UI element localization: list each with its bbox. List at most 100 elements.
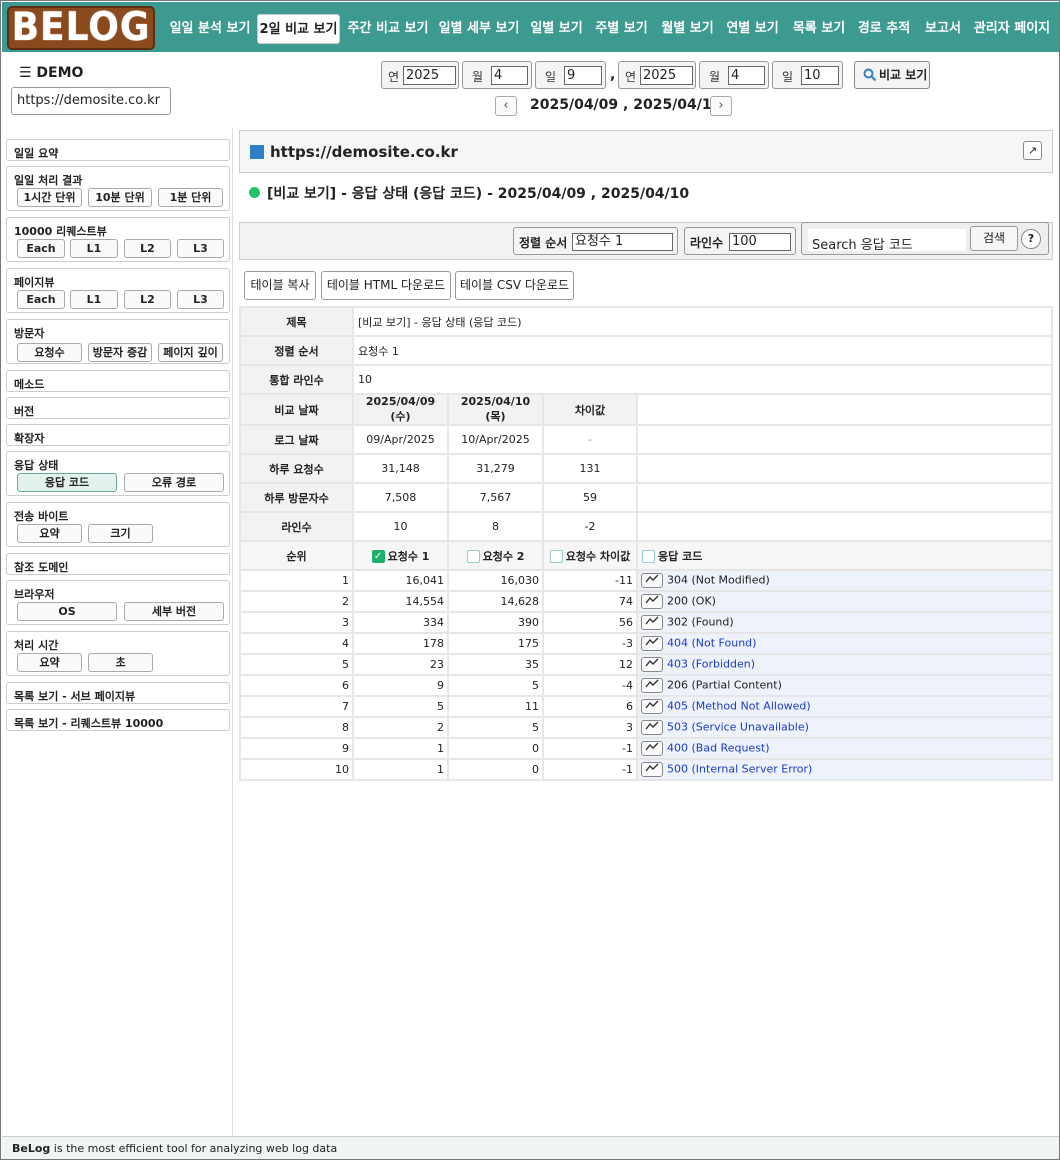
- from-year-input[interactable]: 2025: [403, 66, 456, 85]
- sidebar-method[interactable]: 메소드: [6, 370, 230, 392]
- nav-weekly[interactable]: 주별 보기: [593, 14, 650, 44]
- chart-icon[interactable]: [641, 573, 663, 588]
- sort-order-input[interactable]: 요청수 1: [572, 233, 673, 251]
- btn-rv-l3[interactable]: L3: [177, 239, 224, 258]
- btn-visitor-change[interactable]: 방문자 증감: [88, 343, 152, 362]
- table-row: 7 5 11 6 405 (Method Not Allowed): [239, 695, 1053, 718]
- code-link[interactable]: 405 (Method Not Allowed): [667, 700, 811, 713]
- code-link[interactable]: 500 (Internal Server Error): [667, 763, 812, 776]
- btn-rv-each[interactable]: Each: [17, 239, 65, 258]
- btn-error-path[interactable]: 오류 경로: [124, 473, 224, 492]
- from-day-input[interactable]: 9: [564, 66, 602, 85]
- nav-yearly[interactable]: 연별 보기: [724, 14, 781, 44]
- nav-monthly[interactable]: 월별 보기: [659, 14, 716, 44]
- help-button[interactable]: ?: [1021, 229, 1041, 249]
- nav-admin[interactable]: 관리자 페이지: [972, 14, 1052, 44]
- chart-icon[interactable]: [641, 615, 663, 630]
- sidebar-referrer[interactable]: 참조 도메인: [6, 553, 230, 575]
- chart-icon[interactable]: [641, 678, 663, 693]
- empty-cell: [636, 511, 1053, 542]
- empty-cell: [636, 453, 1053, 484]
- btn-os[interactable]: OS: [17, 602, 117, 621]
- checkbox-icon[interactable]: [466, 550, 480, 563]
- lines-input[interactable]: 100: [729, 233, 791, 251]
- sidebar-list-subpageview[interactable]: 목록 보기 - 서브 페이지뷰: [6, 682, 230, 704]
- btn-1min[interactable]: 1분 단위: [158, 188, 223, 207]
- compare-cell: 31,279: [447, 453, 544, 484]
- btn-pv-l2[interactable]: L2: [124, 290, 171, 309]
- code-link[interactable]: 503 (Service Unavailable): [667, 721, 809, 734]
- nav-two-day-compare[interactable]: 2일 비교 보기: [257, 14, 340, 44]
- code-link[interactable]: 403 (Forbidden): [667, 658, 755, 671]
- site-select[interactable]: https://demosite.co.kr: [11, 87, 171, 115]
- compare-button[interactable]: 비교 보기: [854, 61, 930, 89]
- chart-icon[interactable]: [641, 636, 663, 651]
- btn-requests[interactable]: 요청수: [17, 343, 82, 362]
- nav-report[interactable]: 보고서: [920, 14, 966, 44]
- btn-bytes-summary[interactable]: 요약: [17, 524, 82, 543]
- btn-rv-l1[interactable]: L1: [70, 239, 118, 258]
- btn-rv-l2[interactable]: L2: [124, 239, 171, 258]
- code-link[interactable]: 400 (Bad Request): [667, 742, 770, 755]
- nav-path-trace[interactable]: 경로 추적: [855, 14, 913, 44]
- footer-brand: BeLog: [12, 1142, 51, 1155]
- from-month-input[interactable]: 4: [491, 66, 528, 85]
- col-header-code[interactable]: 응답 코드: [636, 540, 1053, 571]
- checkbox-checked-icon[interactable]: ✓: [371, 550, 385, 563]
- sidebar-version[interactable]: 버전: [6, 397, 230, 419]
- search-input[interactable]: Search 응답 코드: [808, 229, 966, 253]
- prev-date-button[interactable]: ‹: [495, 96, 517, 116]
- chart-icon[interactable]: [641, 594, 663, 609]
- compare-button-label: 비교 보기: [879, 68, 928, 82]
- btn-pv-l3[interactable]: L3: [177, 290, 224, 309]
- checkbox-icon[interactable]: [549, 550, 563, 563]
- btn-detail-version[interactable]: 세부 버전: [124, 602, 224, 621]
- btn-page-depth[interactable]: 페이지 깊이: [158, 343, 223, 362]
- chart-icon[interactable]: [641, 762, 663, 777]
- belog-logo[interactable]: BELOG: [7, 6, 155, 50]
- chart-icon[interactable]: [641, 657, 663, 672]
- chart-icon[interactable]: [641, 741, 663, 756]
- to-day-input[interactable]: 10: [801, 66, 839, 85]
- to-month-input[interactable]: 4: [728, 66, 765, 85]
- btn-response-code[interactable]: 응답 코드: [17, 473, 117, 492]
- nav-daily-detail[interactable]: 일별 세부 보기: [437, 14, 521, 44]
- btn-bytes-size[interactable]: 크기: [88, 524, 153, 543]
- to-year-label: 연: [625, 70, 637, 84]
- download-html-button[interactable]: 테이블 HTML 다운로드: [321, 271, 451, 300]
- demo-menu[interactable]: ☰ DEMO: [19, 65, 83, 81]
- code-label: 206 (Partial Content): [667, 678, 782, 692]
- chart-icon[interactable]: [641, 699, 663, 714]
- external-link-icon[interactable]: ↗: [1023, 141, 1042, 160]
- sidebar-extension[interactable]: 확장자: [6, 424, 230, 446]
- next-date-button[interactable]: ›: [710, 96, 732, 116]
- sidebar-list-requestview[interactable]: 목록 보기 - 리퀘스트뷰 10000: [6, 709, 230, 731]
- nav-daily[interactable]: 일별 보기: [528, 14, 585, 44]
- table-row: 6 9 5 -4 206 (Partial Content): [239, 674, 1053, 697]
- code-link[interactable]: 404 (Not Found): [667, 637, 756, 650]
- btn-pv-each[interactable]: Each: [17, 290, 65, 309]
- from-day-box: 일9: [535, 61, 606, 89]
- code-cell: 405 (Method Not Allowed): [636, 695, 1053, 718]
- col-header-req1[interactable]: ✓ 요청수 1: [352, 540, 449, 571]
- to-year-input[interactable]: 2025: [640, 66, 693, 85]
- copy-table-button[interactable]: 테이블 복사: [244, 271, 316, 300]
- btn-time-seconds[interactable]: 초: [88, 653, 153, 672]
- btn-1hour[interactable]: 1시간 단위: [17, 188, 82, 207]
- chart-icon[interactable]: [641, 720, 663, 735]
- nav-daily-analysis[interactable]: 일일 분석 보기: [168, 14, 252, 44]
- btn-10min[interactable]: 10분 단위: [88, 188, 152, 207]
- btn-pv-l1[interactable]: L1: [70, 290, 118, 309]
- col-header-req2[interactable]: 요청수 2: [447, 540, 544, 571]
- checkbox-icon[interactable]: [642, 550, 655, 563]
- nav-weekly-compare[interactable]: 주간 비교 보기: [346, 14, 430, 44]
- sidebar-daily-summary[interactable]: 일일 요약: [6, 139, 230, 161]
- search-button[interactable]: 검색: [970, 226, 1018, 251]
- nav-list[interactable]: 목록 보기: [789, 14, 849, 44]
- download-csv-button[interactable]: 테이블 CSV 다운로드: [455, 271, 574, 300]
- col-header-diff[interactable]: 요청수 차이값: [542, 540, 638, 571]
- diff-cell: 3: [542, 716, 638, 739]
- btn-time-summary[interactable]: 요약: [17, 653, 82, 672]
- from-day-label: 일: [545, 70, 557, 84]
- sidebar-label: 10000 리퀘스트뷰: [14, 225, 107, 238]
